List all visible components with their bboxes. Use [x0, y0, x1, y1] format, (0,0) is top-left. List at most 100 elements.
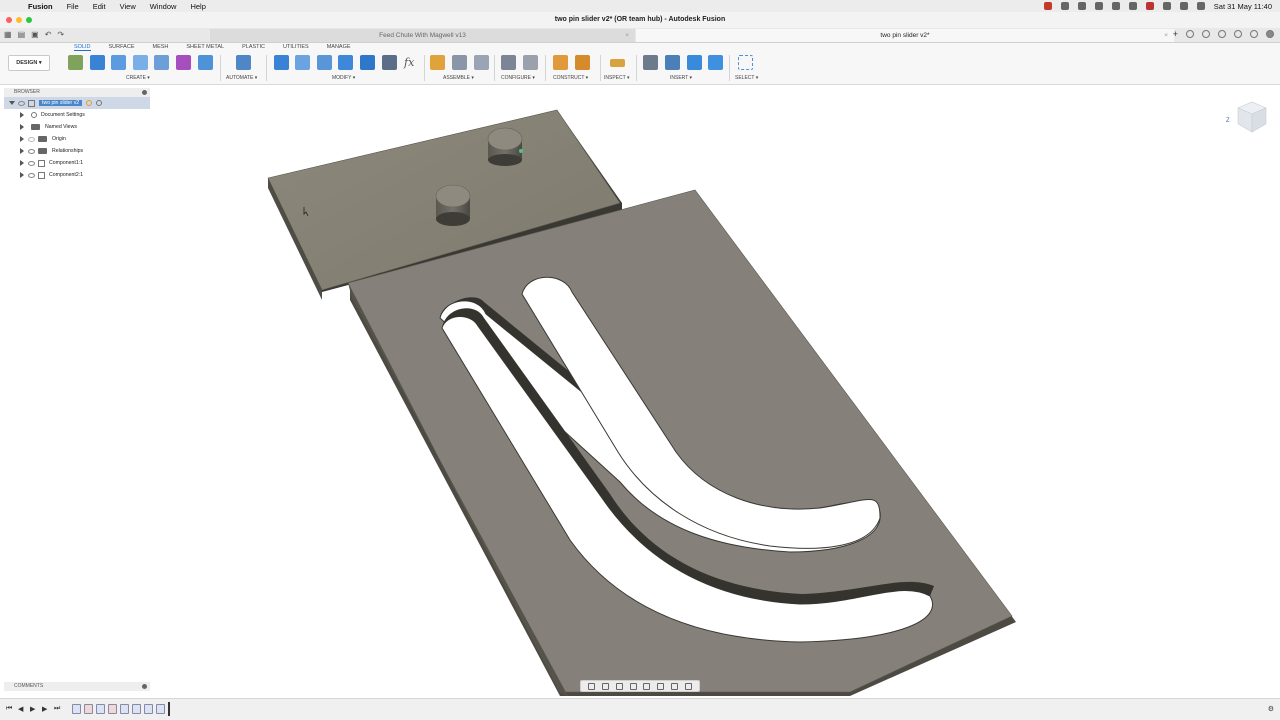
viewport-canvas[interactable] [150, 86, 1220, 696]
timeline-feature[interactable] [132, 704, 141, 714]
form-icon[interactable] [176, 55, 191, 70]
table-icon[interactable] [523, 55, 538, 70]
bluetooth-icon[interactable] [1128, 2, 1137, 10]
clock[interactable]: Sat 31 May 11:40 [1214, 2, 1272, 11]
create-group-label[interactable]: CREATE ▾ [126, 75, 150, 81]
timeline-feature[interactable] [72, 704, 81, 714]
tab-sheet-metal[interactable]: SHEET METAL [186, 44, 224, 51]
undo-icon[interactable]: ↶ [45, 30, 52, 39]
orbit-icon[interactable] [588, 682, 596, 690]
flag-icon[interactable] [1145, 2, 1154, 10]
radio-icon[interactable] [96, 100, 103, 106]
configure-icon[interactable] [501, 55, 516, 70]
sync-icon[interactable] [1186, 30, 1194, 38]
timeline-marker[interactable] [168, 702, 170, 716]
browser-item-component2[interactable]: Component2:1 [4, 169, 150, 181]
tab-utilities[interactable]: UTILITIES [283, 44, 309, 51]
play-icon[interactable]: ▶ [30, 705, 35, 713]
browser-item-component1[interactable]: Component1:1 [4, 157, 150, 169]
timeline-feature[interactable] [120, 704, 129, 714]
view-cube[interactable]: Z [1226, 96, 1272, 140]
comments-panel[interactable]: COMMENTS [4, 682, 150, 691]
file-icon[interactable]: ▤ [18, 30, 26, 39]
tab-feed-chute[interactable]: Feed Chute With Magwell v13 × [210, 29, 635, 42]
create-sketch-icon[interactable] [68, 55, 83, 70]
tab-mesh[interactable]: MESH [153, 44, 169, 51]
close-icon[interactable]: × [1164, 29, 1168, 42]
expand-icon[interactable] [20, 172, 24, 178]
insert-mesh-icon[interactable] [665, 55, 680, 70]
search-icon[interactable] [1179, 2, 1188, 10]
tab-surface[interactable]: SURFACE [109, 44, 135, 51]
menu-file[interactable]: File [67, 2, 79, 11]
close-window-button[interactable] [6, 17, 12, 23]
combine-icon[interactable] [338, 55, 353, 70]
zoom-icon[interactable] [629, 682, 637, 690]
timeline-feature[interactable] [84, 704, 93, 714]
axis-icon[interactable] [575, 55, 590, 70]
shield-icon[interactable] [1060, 2, 1069, 10]
menu-app[interactable]: Fusion [28, 2, 53, 11]
close-icon[interactable]: × [625, 29, 629, 42]
joint-icon[interactable] [452, 55, 467, 70]
timeline-feature[interactable] [156, 704, 165, 714]
record-icon[interactable] [1043, 2, 1052, 10]
pan-icon[interactable] [615, 682, 623, 690]
menu-view[interactable]: View [120, 2, 136, 11]
tab-solid[interactable]: SOLID [74, 44, 91, 51]
timeline-settings-icon[interactable]: ⚙ [1268, 705, 1274, 713]
menu-window[interactable]: Window [150, 2, 177, 11]
configure-group-label[interactable]: CONFIGURE ▾ [501, 75, 535, 81]
add-comment-icon[interactable] [142, 684, 147, 689]
select-group-label[interactable]: SELECT ▾ [735, 75, 758, 81]
split-body-icon[interactable] [360, 55, 375, 70]
tab-two-pin-slider[interactable]: two pin slider v2* × [636, 29, 1174, 42]
measure-icon[interactable] [610, 59, 625, 67]
inspect-group-label[interactable]: INSPECT ▾ [604, 75, 629, 81]
save-icon[interactable]: ▣ [31, 30, 39, 39]
new-tab-icon[interactable]: + [1173, 30, 1178, 39]
activate-icon[interactable] [86, 100, 93, 106]
move-icon[interactable] [382, 55, 397, 70]
shell-icon[interactable] [317, 55, 332, 70]
control-center-icon[interactable] [1196, 2, 1205, 10]
zoom-window-button[interactable] [26, 17, 32, 23]
pin-2[interactable] [435, 184, 471, 226]
eye-icon[interactable] [28, 136, 35, 142]
offset-plane-icon[interactable] [553, 55, 568, 70]
browser-item-origin[interactable]: Origin [4, 133, 150, 145]
pin-icon[interactable] [142, 90, 147, 95]
display-settings-icon[interactable] [657, 682, 665, 690]
browser-root[interactable]: two pin slider v2 [4, 97, 150, 109]
expand-icon[interactable] [20, 160, 24, 166]
pin-1[interactable] [487, 127, 523, 166]
menu-help[interactable]: Help [190, 2, 205, 11]
minimize-window-button[interactable] [16, 17, 22, 23]
redo-icon[interactable]: ↷ [57, 30, 64, 39]
insert-derive-icon[interactable] [643, 55, 658, 70]
headphones-icon[interactable] [1111, 2, 1120, 10]
avatar[interactable] [1266, 30, 1274, 38]
base-plate-body[interactable] [347, 189, 1016, 696]
new-component-icon[interactable] [430, 55, 445, 70]
step-forward-icon[interactable]: ▶ [42, 705, 47, 713]
viewports-icon[interactable] [684, 682, 692, 690]
parameters-icon[interactable]: fx [404, 56, 414, 69]
fillet-icon[interactable] [295, 55, 310, 70]
workspace-dropdown[interactable]: DESIGN ▾ [8, 55, 50, 71]
extensions-icon[interactable] [1202, 30, 1210, 38]
app-tray-icon[interactable] [1077, 2, 1086, 10]
as-built-joint-icon[interactable] [474, 55, 489, 70]
pattern-icon[interactable] [154, 55, 169, 70]
expand-icon[interactable] [20, 148, 24, 154]
create-more-icon[interactable] [198, 55, 213, 70]
tab-plastic[interactable]: PLASTIC [242, 44, 265, 51]
timeline-feature[interactable] [96, 704, 105, 714]
wifi-icon[interactable] [1162, 2, 1171, 10]
grid-menu-icon[interactable]: ▦ [4, 30, 12, 39]
extrude-icon[interactable] [90, 55, 105, 70]
browser-item-relationships[interactable]: Relationships [4, 145, 150, 157]
insert-svg-icon[interactable] [687, 55, 702, 70]
expand-icon[interactable] [20, 112, 24, 118]
help-icon[interactable] [1250, 30, 1258, 38]
